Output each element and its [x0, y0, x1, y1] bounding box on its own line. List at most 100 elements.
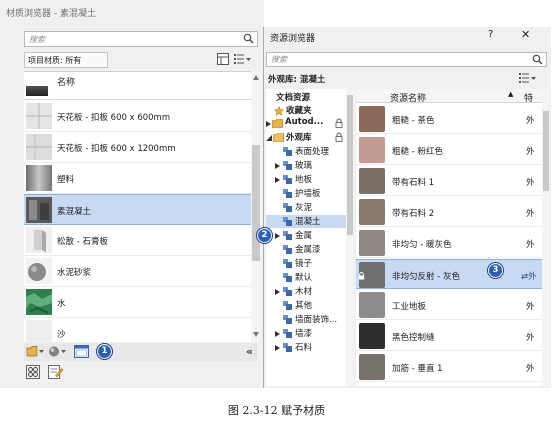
tree-node-category[interactable]: 木材: [266, 285, 346, 298]
category-cube-icon: [283, 231, 292, 243]
asset-browser-dialog: 资源浏览器 ? ✕ 搜索 外观库: 混凝土 文档资源 收藏夹 Autod...: [257, 27, 552, 388]
expand-arrow-icon[interactable]: [275, 330, 280, 340]
material-row-selected[interactable]: 素混凝土: [24, 194, 251, 225]
panel-toggle-icon[interactable]: [217, 53, 229, 68]
expand-arrow-icon[interactable]: [275, 176, 280, 186]
tree-node-category[interactable]: 金属漆: [266, 243, 346, 256]
asset-row[interactable]: 非均匀 - 暖灰色 外: [356, 228, 542, 258]
library-bar: 外观库: 混凝土: [266, 71, 547, 87]
project-materials-filter-dropdown[interactable]: 项目材质: 所有: [24, 52, 108, 68]
tree-node-category[interactable]: 镜子: [266, 257, 346, 270]
tree-node-label: 墙漆: [295, 329, 313, 339]
tree-node-document-assets[interactable]: 文档资源: [276, 91, 346, 104]
asset-browser-titlebar[interactable]: 资源浏览器 ? ✕: [264, 27, 552, 45]
tree-node-category[interactable]: 墙漆: [266, 327, 346, 340]
list-view-options-icon[interactable]: [519, 72, 537, 87]
tree-node-label: 护墙板: [295, 189, 321, 199]
open-asset-browser-button[interactable]: [74, 345, 89, 361]
tree-node-category[interactable]: 其他: [266, 299, 346, 312]
expand-arrow-icon[interactable]: [275, 288, 280, 298]
asset-library-icon[interactable]: [48, 345, 66, 361]
expand-arrow-icon[interactable]: [275, 232, 280, 242]
material-list[interactable]: 名称 天花板 - 扣板 600 x 600mm 天花板 - 扣板 600 x 1…: [24, 71, 251, 342]
asset-row[interactable]: 工业地板 外: [356, 290, 542, 320]
tree-node-category[interactable]: 金属: [266, 229, 346, 242]
search-icon[interactable]: [243, 33, 254, 47]
expand-arrow-icon[interactable]: [266, 120, 271, 130]
tree-node-autodesk-library[interactable]: Autod...: [266, 117, 346, 130]
tree-node-label: 默认: [295, 273, 313, 283]
tree-node-category[interactable]: 表面处理: [266, 145, 346, 158]
asset-name-column[interactable]: 资源名称: [390, 91, 426, 104]
material-label: 水: [57, 299, 66, 309]
create-material-icon[interactable]: [26, 345, 44, 361]
asset-type-column[interactable]: 特: [524, 91, 533, 104]
asset-browser-title: 资源浏览器: [270, 34, 316, 44]
tree-node-category[interactable]: 石料: [266, 341, 346, 354]
search-icon[interactable]: [532, 54, 543, 68]
tree-node-category[interactable]: 玻璃: [266, 159, 346, 172]
tree-node-favorites[interactable]: 收藏夹: [266, 104, 346, 117]
tree-node-category[interactable]: 墙面装饰...: [266, 313, 346, 326]
asset-list-scrollbar[interactable]: [542, 89, 550, 386]
asset-row[interactable]: 黑色控制缝 外: [356, 321, 542, 351]
material-editor-icon[interactable]: [48, 365, 64, 382]
replace-asset-icon[interactable]: ⇄外: [521, 270, 537, 282]
asset-row[interactable]: 带有石料 2 外: [356, 197, 542, 227]
tree-node-category[interactable]: 灰泥: [266, 201, 346, 214]
material-label: 塑料: [57, 175, 75, 185]
material-name-column[interactable]: 名称: [57, 75, 75, 88]
material-search-input[interactable]: 搜索: [24, 31, 258, 47]
category-cube-icon: [283, 189, 292, 201]
expand-arrow-icon[interactable]: [275, 162, 280, 172]
material-row[interactable]: 天花板 - 扣板 600 x 1200mm: [24, 132, 251, 163]
material-label: 天花板 - 扣板 600 x 1200mm: [57, 144, 176, 154]
tree-node-label: 灰泥: [295, 203, 313, 213]
tree-node-label: 表面处理: [295, 147, 330, 157]
close-button[interactable]: ✕: [521, 28, 530, 41]
material-label: 沙: [57, 330, 66, 340]
material-label: 素混凝土: [57, 207, 92, 217]
material-list-scrollbar[interactable]: [251, 71, 261, 342]
material-swatch: [26, 227, 52, 253]
list-view-options-icon[interactable]: [234, 53, 252, 68]
material-row[interactable]: 沙: [24, 318, 251, 342]
tree-node-label: 金属漆: [295, 245, 321, 255]
asset-row[interactable]: 加筋 - 垂直 1 外: [356, 352, 542, 382]
tree-node-category[interactable]: 地板: [266, 173, 346, 186]
sort-ascending-icon[interactable]: ▲: [508, 90, 513, 98]
tree-node-label: 镜子: [295, 259, 313, 269]
material-row[interactable]: 塑料: [24, 163, 251, 194]
library-tree[interactable]: 文档资源 收藏夹 Autod... 外观库 表面处理 玻璃 地板 护墙板 灰泥 …: [266, 89, 346, 386]
asset-swatch: [359, 137, 385, 163]
category-cube-icon: [283, 245, 292, 257]
collapse-arrow-icon[interactable]: [266, 134, 272, 144]
material-swatch: [26, 197, 52, 223]
asset-list[interactable]: 资源名称 ▲ 特 粗糙 - 茶色 外 粗糙 - 粉红色 外 带有石料 1 外 带…: [356, 89, 542, 386]
asset-row[interactable]: 带有石料 1 外: [356, 166, 542, 196]
asset-row[interactable]: 粗糙 - 茶色 外: [356, 104, 542, 134]
asset-row[interactable]: 粗糙 - 粉红色 外: [356, 135, 542, 165]
scrollbar-thumb[interactable]: [252, 145, 260, 261]
expand-arrow-icon[interactable]: [275, 344, 280, 354]
tree-node-concrete-selected[interactable]: 混凝土: [266, 215, 346, 228]
tree-scrollbar[interactable]: [346, 89, 354, 386]
tree-node-appearance-library[interactable]: 外观库: [266, 131, 346, 144]
tree-node-category[interactable]: 护墙板: [266, 187, 346, 200]
scrollbar-thumb[interactable]: [347, 95, 353, 235]
material-row[interactable]: 水泥砂浆: [24, 256, 251, 287]
scroll-up-icon[interactable]: [253, 73, 259, 83]
scroll-down-icon[interactable]: [253, 330, 259, 340]
scrollbar-thumb[interactable]: [543, 111, 549, 191]
help-button[interactable]: ?: [488, 29, 493, 40]
asset-row-selected[interactable]: 非均匀反射 - 灰色 ⇄外: [356, 259, 542, 289]
tree-node-category[interactable]: 默认: [266, 271, 346, 284]
collapse-panel-icon[interactable]: «: [246, 345, 253, 358]
material-browser-panel: 材质浏览器 - 素混凝土 搜索 项目材质: 所有 名称 天花板 - 扣板 600…: [0, 0, 264, 388]
asset-list-header: 资源名称 ▲ 特: [356, 89, 542, 104]
material-row[interactable]: 天花板 - 扣板 600 x 600mm: [24, 101, 251, 132]
asset-search-input[interactable]: 搜索: [266, 52, 547, 67]
material-graph-icon[interactable]: [26, 365, 40, 382]
material-row[interactable]: 水: [24, 287, 251, 318]
material-row[interactable]: 松散 - 石膏板: [24, 225, 251, 256]
